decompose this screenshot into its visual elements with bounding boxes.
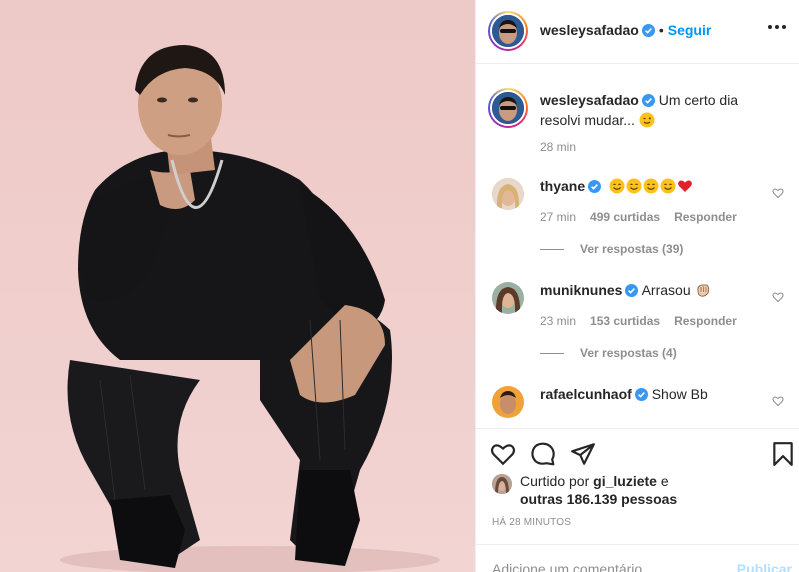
comment-row: thyane 27 min 499 curtidas Responder Ver r… (492, 176, 792, 266)
caption-author-avatar[interactable] (488, 88, 528, 128)
caption-time: 28 min (540, 140, 577, 154)
comment-text: Show Bb (651, 386, 708, 402)
post-details-panel: wesleysafadao • Seguir wesleysafadao Um ce (475, 0, 799, 572)
replies-line (540, 352, 564, 354)
likes-prefix: Curtido por (520, 473, 590, 489)
commenter-avatar-image (492, 282, 524, 314)
smile-emoji-icon (643, 178, 659, 194)
like-comment-heart-icon[interactable] (772, 291, 784, 303)
commenter-avatar[interactable] (492, 386, 524, 418)
caption-username[interactable]: wesleysafadao (540, 92, 639, 108)
comment-username[interactable]: muniknunes (540, 282, 622, 298)
caption-row: wesleysafadao Um certo dia resolvi mudar… (488, 88, 792, 168)
comment-meta (540, 418, 568, 428)
add-comment-bar: Adicione um comentário... Publicar (476, 544, 799, 572)
comment-row: muniknunes Arrasou 23 min 153 curtidas Res… (492, 280, 792, 370)
verified-badge-icon (625, 284, 639, 297)
verified-badge-icon (641, 24, 655, 37)
commenter-avatar-image (492, 178, 524, 210)
commenter-avatar-image (492, 386, 524, 418)
comment-username[interactable]: rafaelcunhaof (540, 386, 632, 402)
reply-button[interactable]: Responder (674, 314, 737, 328)
caption-text-block: wesleysafadao Um certo dia resolvi mudar… (540, 90, 770, 130)
liker-avatar[interactable] (492, 474, 512, 494)
like-heart-icon[interactable] (490, 441, 516, 467)
replies-line (540, 248, 564, 250)
smile-emoji-icon (626, 178, 642, 194)
comment-meta: 27 min 499 curtidas Responder (540, 210, 737, 224)
reply-button[interactable]: Responder (674, 210, 737, 224)
comments-list[interactable]: wesleysafadao Um certo dia resolvi mudar… (476, 64, 799, 428)
comment-text-block: thyane (540, 176, 770, 196)
liker-username[interactable]: gi_luziete (593, 473, 657, 489)
commenter-avatar[interactable] (492, 178, 524, 210)
more-options-icon[interactable] (768, 25, 786, 31)
comment-text: Arrasou (641, 282, 691, 298)
separator-dot: • (658, 22, 664, 38)
smile-emoji-icon (660, 178, 676, 194)
view-replies-label: Ver respostas (39) (580, 242, 684, 256)
author-avatar-image (492, 15, 524, 47)
comment-time: 23 min (540, 314, 577, 328)
comment-text-block: rafaelcunhaof Show Bb (540, 384, 770, 404)
publish-button[interactable]: Publicar (737, 561, 792, 572)
like-comment-heart-icon[interactable] (772, 395, 784, 407)
action-bar (476, 428, 799, 478)
verified-badge-icon (641, 94, 655, 107)
post-header: wesleysafadao • Seguir (476, 0, 799, 64)
clapping-hands-emoji-icon (696, 284, 709, 297)
red-heart-emoji-icon (678, 180, 692, 192)
commenter-avatar[interactable] (492, 282, 524, 314)
view-replies-button[interactable]: Ver respostas (4) (540, 346, 677, 360)
wink-emoji-icon (639, 112, 655, 128)
comment-meta: 23 min 153 curtidas Responder (540, 314, 737, 328)
comment-bubble-icon[interactable] (530, 441, 556, 467)
share-send-icon[interactable] (570, 441, 596, 467)
comment-likes[interactable]: 499 curtidas (590, 210, 660, 224)
likes-conj: e (660, 473, 669, 489)
save-bookmark-icon[interactable] (770, 441, 796, 467)
comment-input[interactable]: Adicione um comentário... (492, 561, 654, 572)
author-username[interactable]: wesleysafadao (540, 22, 639, 38)
like-comment-heart-icon[interactable] (772, 187, 784, 199)
follow-button[interactable]: Seguir (668, 22, 712, 38)
comment-username[interactable]: thyane (540, 178, 585, 194)
comment-row: rafaelcunhaof Show Bb (492, 384, 792, 428)
comment-likes[interactable]: 153 curtidas (590, 314, 660, 328)
author-avatar[interactable] (488, 11, 528, 51)
post-timestamp[interactable]: HÁ 28 MINUTOS (492, 517, 571, 528)
verified-badge-icon (634, 388, 648, 401)
caption-avatar-image (492, 92, 524, 124)
verified-badge-icon (588, 180, 602, 193)
man-crouching-photo (60, 45, 440, 572)
comment-time: 27 min (540, 210, 577, 224)
comment-text-block: muniknunes Arrasou (540, 280, 770, 300)
view-replies-label: Ver respostas (4) (580, 346, 677, 360)
liker-avatar-image (492, 474, 512, 494)
smile-emoji-icon (609, 178, 625, 194)
post-photo[interactable] (0, 0, 475, 572)
likes-others[interactable]: outras 186.139 pessoas (520, 490, 677, 508)
view-replies-button[interactable]: Ver respostas (39) (540, 242, 683, 256)
likes-line-1: Curtido por gi_luziete e (520, 472, 669, 490)
